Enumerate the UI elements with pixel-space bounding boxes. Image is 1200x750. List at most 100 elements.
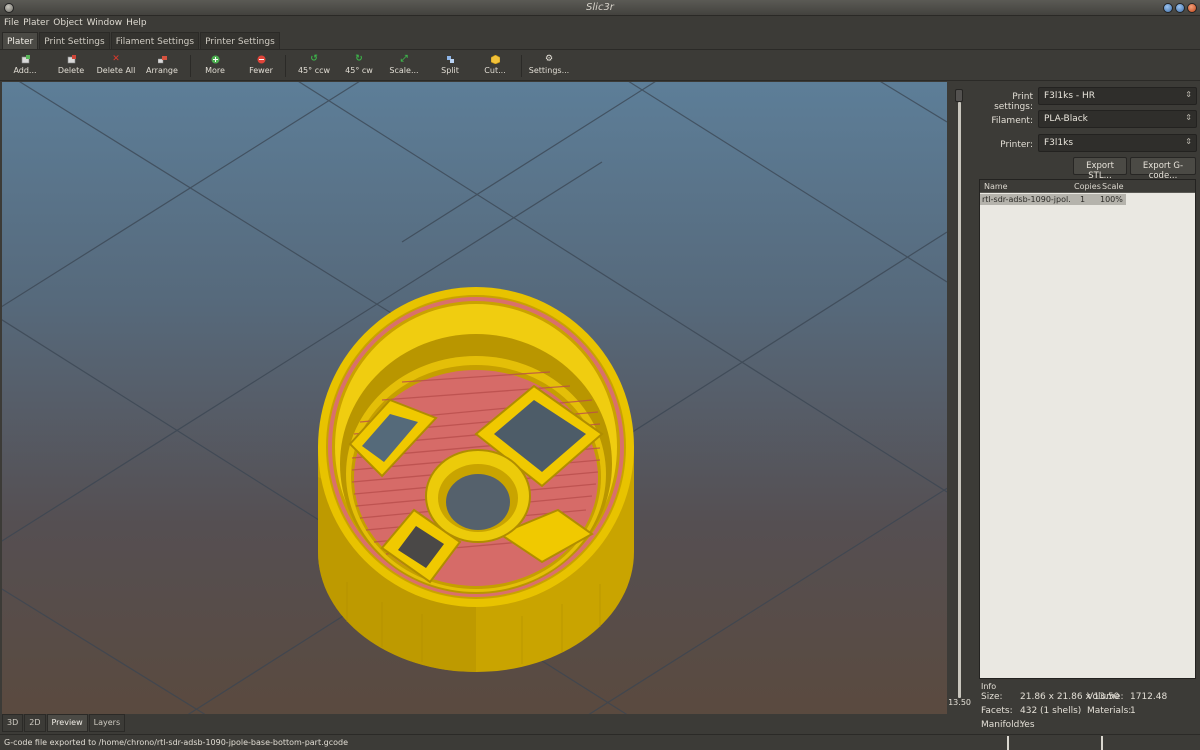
delete-all-button[interactable]: ✕ Delete All — [96, 53, 136, 79]
tab-filament-settings[interactable]: Filament Settings — [110, 32, 200, 49]
cog-icon: ⚙ — [544, 54, 554, 64]
object-list[interactable]: Name Copies Scale rtl-sdr-adsb-1090-jpol… — [979, 179, 1196, 679]
column-scale[interactable]: Scale — [1102, 182, 1124, 191]
rotate-cw-label: 45° cw — [345, 66, 373, 75]
toolbar-separator — [190, 55, 191, 77]
cut-label: Cut... — [484, 66, 506, 75]
materials-label: Materials: — [1087, 706, 1132, 716]
object-settings-button[interactable]: ⚙ Settings... — [528, 53, 570, 79]
layer-height-value: 13.50 — [948, 698, 971, 707]
add-label: Add... — [13, 66, 37, 75]
menu-bar: File Plater Object Window Help — [0, 16, 1200, 31]
brick-delete-icon — [67, 55, 76, 64]
rotate-cw-button[interactable]: ↻ 45° cw — [342, 53, 376, 79]
window-title: Slic3r — [586, 2, 614, 13]
size-label: Size: — [981, 692, 1003, 702]
toolbar-separator — [285, 55, 286, 77]
minimize-button[interactable] — [1163, 3, 1173, 13]
print-settings-select[interactable]: F3l1ks - HR ⇕ — [1038, 87, 1197, 105]
filament-label: Filament: — [991, 116, 1033, 126]
volume-label: Volume: — [1087, 692, 1124, 702]
printer-label: Printer: — [1000, 140, 1033, 150]
delete-button[interactable]: Delete — [54, 53, 88, 79]
tab-layers[interactable]: Layers — [88, 714, 126, 732]
object-scale: 100% — [1100, 195, 1123, 204]
object-copies: 1 — [1080, 195, 1086, 204]
green-plus-circle-icon — [211, 55, 220, 64]
right-panel: Print settings: F3l1ks - HR ⇕ Filament: … — [975, 82, 1200, 733]
tab-printer-settings[interactable]: Printer Settings — [200, 32, 280, 49]
object-name: rtl-sdr-adsb-1090-jpol... — [982, 195, 1070, 204]
menu-window[interactable]: Window — [86, 16, 126, 31]
export-gcode-button[interactable]: Export G-code... — [1130, 157, 1196, 181]
facets-label: Facets: — [981, 706, 1013, 716]
status-message: G-code file exported to /home/chrono/rtl… — [4, 738, 349, 747]
more-label: More — [205, 66, 225, 75]
more-button[interactable]: More — [200, 53, 230, 79]
info-panel: Info Size: 21.86 x 21.86 x 13.50 Volume:… — [975, 682, 1200, 733]
plater-toolbar: Add... Delete ✕ Delete All Arrange More … — [0, 51, 1200, 81]
status-divider — [1101, 736, 1103, 750]
add-button[interactable]: Add... — [8, 53, 42, 79]
fewer-button[interactable]: Fewer — [246, 53, 276, 79]
arrange-button[interactable]: Arrange — [144, 53, 180, 79]
object-list-header: Name Copies Scale — [980, 180, 1195, 193]
printer-select[interactable]: F3l1ks ⇕ — [1038, 134, 1197, 152]
arrows-expand-icon: ⤢ — [400, 54, 408, 64]
export-stl-button[interactable]: Export STL... — [1073, 157, 1127, 181]
close-button[interactable] — [1187, 3, 1197, 13]
layer-slider-area: 13.50 — [947, 82, 975, 714]
red-minus-circle-icon — [257, 55, 266, 64]
printed-part — [318, 287, 634, 672]
print-settings-label: Print settings: — [994, 92, 1033, 112]
rotate-cw-icon: ↻ — [355, 54, 363, 64]
maximize-button[interactable] — [1175, 3, 1185, 13]
arrange-label: Arrange — [146, 66, 178, 75]
menu-object[interactable]: Object — [52, 16, 85, 31]
tab-plater[interactable]: Plater — [2, 32, 39, 49]
manifold-value: Yes — [1020, 720, 1035, 730]
layer-slider-handle[interactable] — [955, 89, 963, 102]
print-settings-value: F3l1ks - HR — [1044, 91, 1096, 101]
chevron-updown-icon: ⇕ — [1185, 90, 1192, 99]
tab-3d[interactable]: 3D — [2, 714, 24, 732]
rotate-ccw-label: 45° ccw — [297, 66, 331, 75]
chevron-updown-icon: ⇕ — [1185, 137, 1192, 146]
cut-button[interactable]: Cut... — [480, 53, 510, 79]
menu-file[interactable]: File — [3, 16, 22, 31]
column-name[interactable]: Name — [984, 182, 1008, 191]
materials-value: 1 — [1130, 706, 1136, 716]
split-shape-icon — [446, 55, 455, 64]
toolbar-separator — [521, 55, 522, 77]
split-button[interactable]: Split — [434, 53, 466, 79]
cut-box-icon — [490, 54, 500, 65]
chevron-updown-icon: ⇕ — [1185, 113, 1192, 122]
column-copies[interactable]: Copies — [1074, 182, 1101, 191]
tab-preview[interactable]: Preview — [46, 714, 88, 732]
menu-plater[interactable]: Plater — [22, 16, 52, 31]
title-bar: Slic3r — [0, 0, 1200, 16]
delete-all-label: Delete All — [96, 66, 136, 75]
fewer-label: Fewer — [249, 66, 273, 75]
tab-2d[interactable]: 2D — [24, 714, 46, 732]
layer-slider-track[interactable] — [958, 102, 961, 698]
volume-value: 1712.48 — [1130, 692, 1168, 702]
red-x-icon: ✕ — [112, 54, 120, 64]
plus-brick-icon — [21, 55, 30, 64]
facets-value: 432 (1 shells) — [1020, 706, 1082, 716]
view-mode-tabs: 3D 2D Preview Layers — [2, 714, 126, 732]
rotate-ccw-icon: ↺ — [310, 54, 318, 64]
scale-button[interactable]: ⤢ Scale... — [386, 53, 422, 79]
preview-scene — [2, 82, 947, 714]
status-bar: G-code file exported to /home/chrono/rtl… — [0, 734, 1200, 750]
manifold-label: Manifold: — [981, 720, 1023, 730]
preview-viewport[interactable] — [2, 82, 947, 714]
status-divider — [1007, 736, 1009, 750]
filament-value: PLA-Black — [1044, 114, 1088, 124]
rotate-ccw-button[interactable]: ↺ 45° ccw — [296, 53, 332, 79]
split-label: Split — [441, 66, 459, 75]
object-row[interactable]: rtl-sdr-adsb-1090-jpol... 1 100% — [980, 194, 1126, 205]
tab-print-settings[interactable]: Print Settings — [39, 32, 110, 49]
filament-select[interactable]: PLA-Black ⇕ — [1038, 110, 1197, 128]
menu-help[interactable]: Help — [125, 16, 150, 31]
